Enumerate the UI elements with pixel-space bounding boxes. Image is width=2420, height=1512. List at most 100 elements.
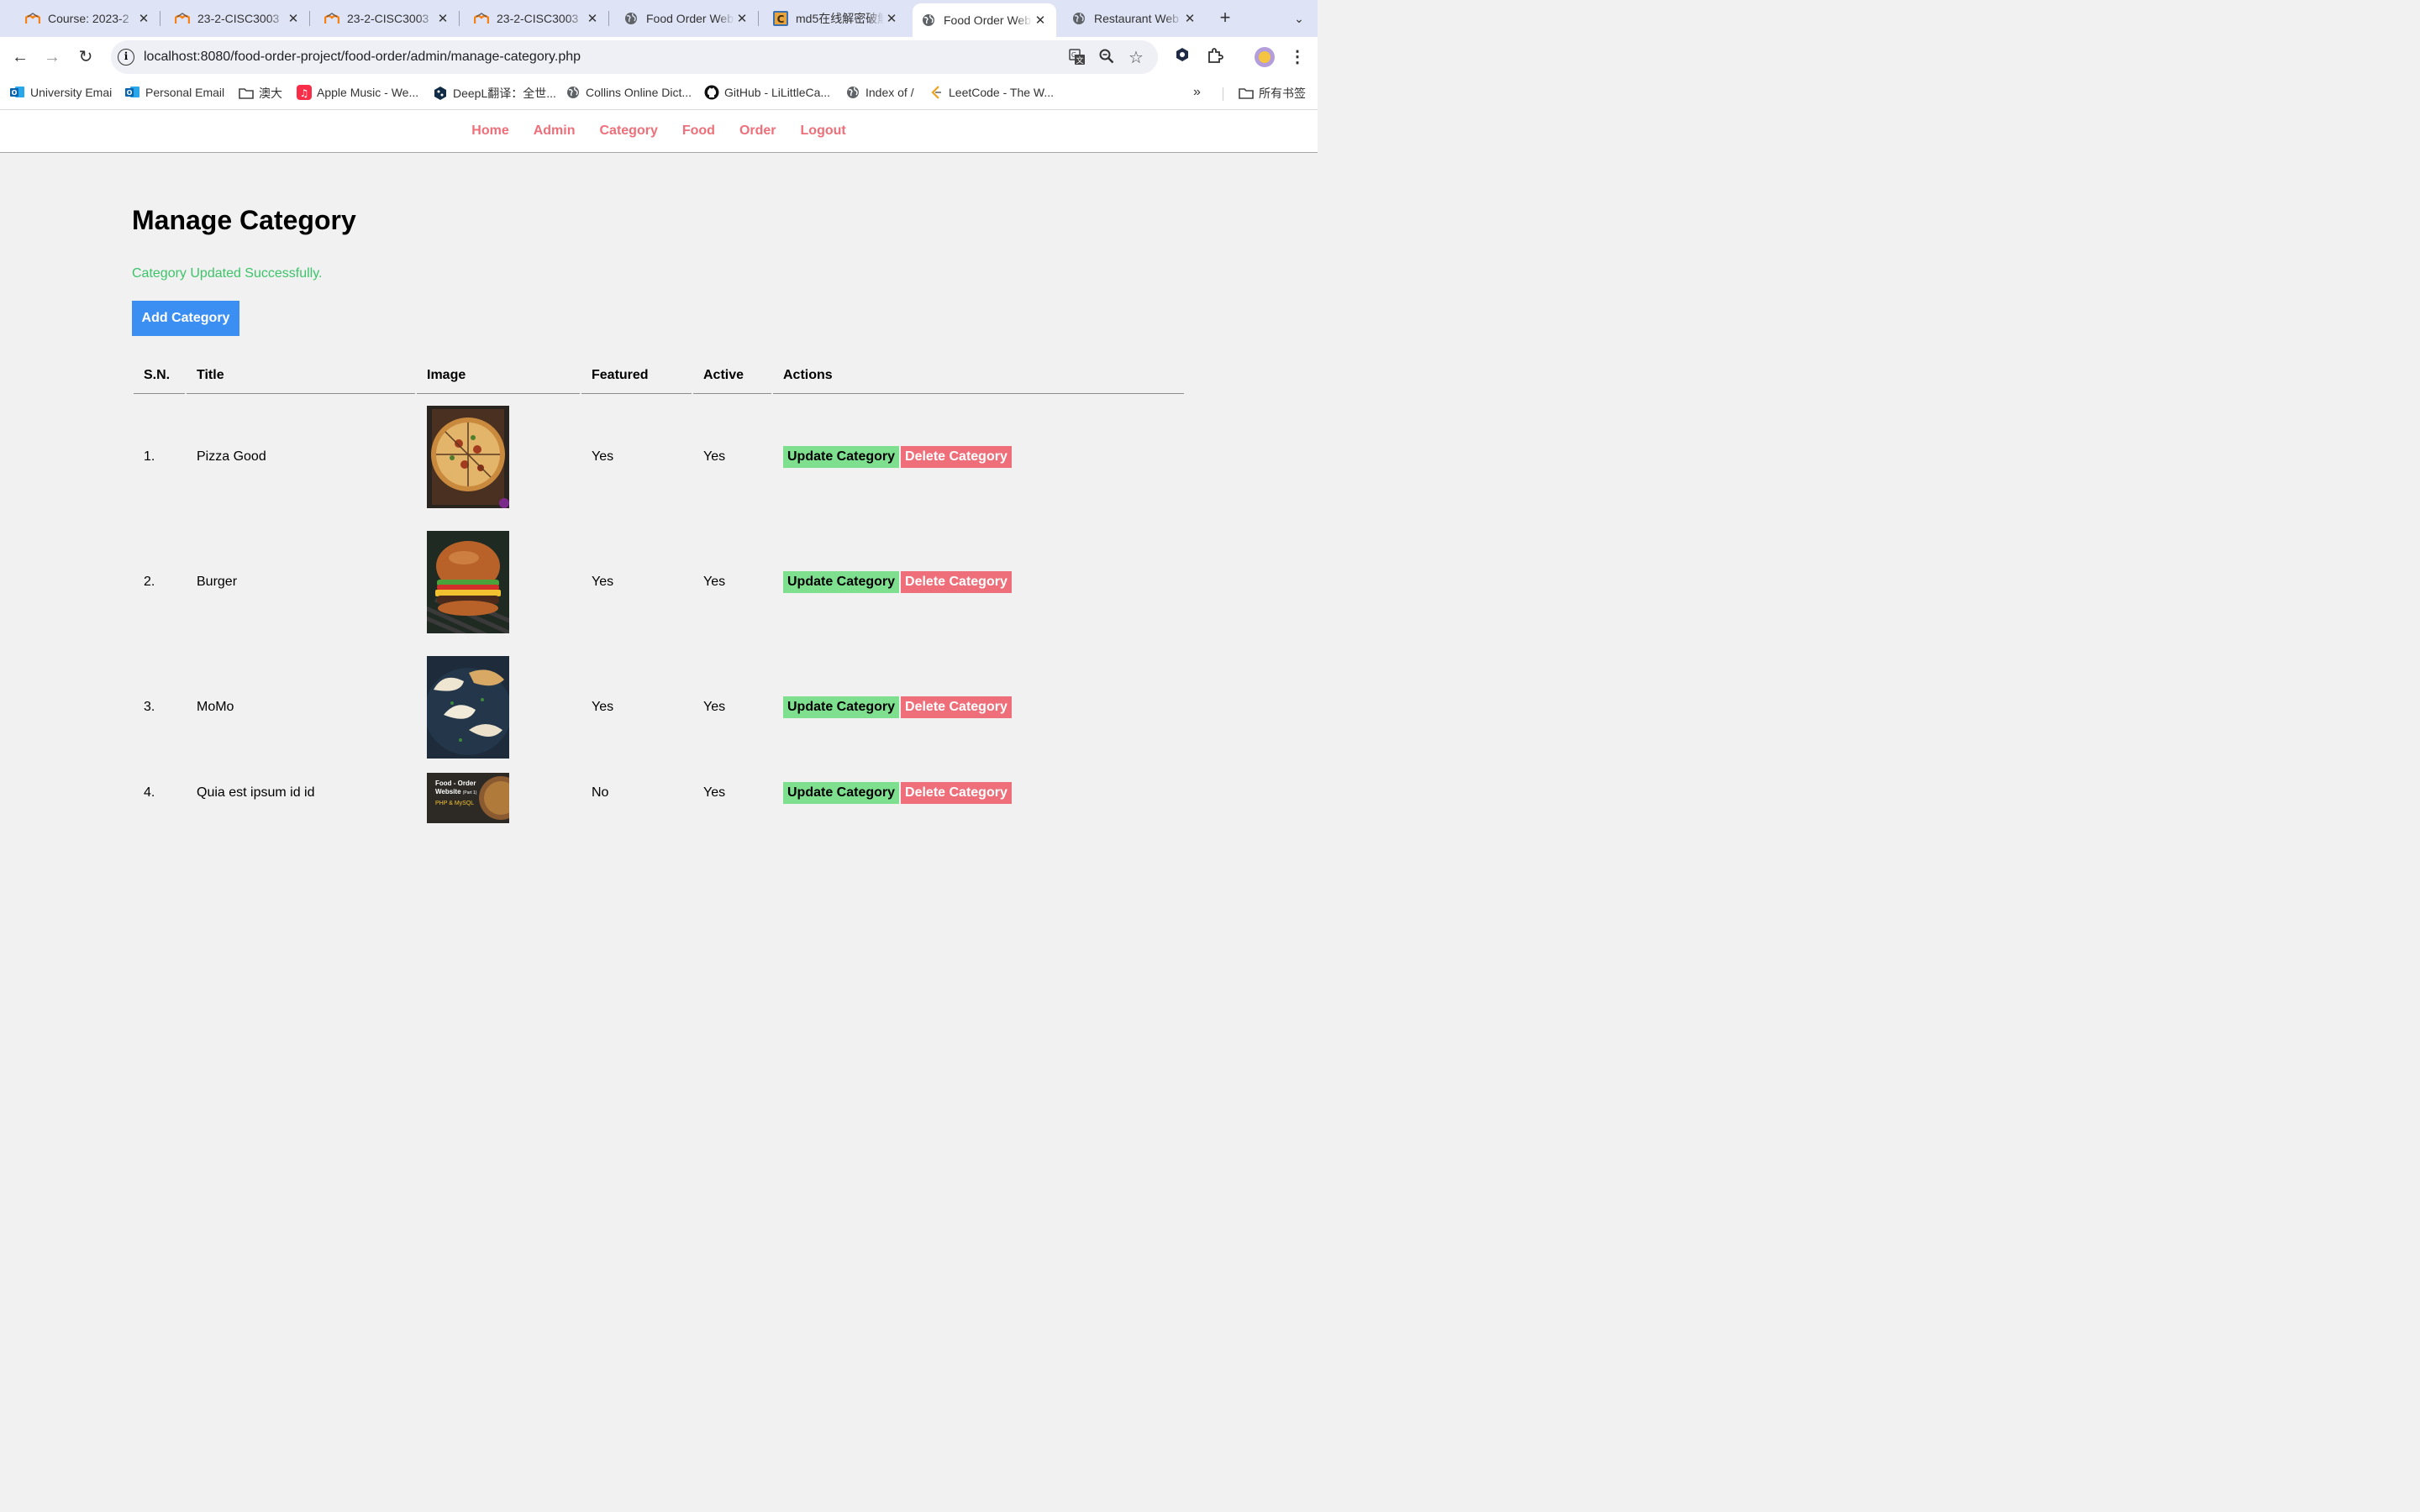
cell-featured: Yes bbox=[592, 449, 614, 464]
update-category-button[interactable]: Update Category bbox=[783, 445, 900, 468]
extension-shield-icon[interactable] bbox=[1172, 47, 1192, 67]
globe-icon bbox=[921, 13, 936, 28]
close-icon[interactable]: ✕ bbox=[286, 11, 301, 26]
browser-tab-active[interactable]: Food Order Web ✕ bbox=[913, 3, 1056, 37]
site-menu: Home Admin Category Food Order Logout bbox=[0, 110, 1318, 153]
update-category-button[interactable]: Update Category bbox=[783, 782, 900, 804]
cell-sn: 2. bbox=[144, 574, 155, 589]
close-icon[interactable]: ✕ bbox=[136, 11, 151, 26]
bookmark-item[interactable]: LeetCode - The W... bbox=[929, 85, 1054, 100]
close-icon[interactable]: ✕ bbox=[884, 11, 899, 26]
delete-category-button[interactable]: Delete Category bbox=[901, 570, 1012, 593]
category-image-banner: Food - Order Website (Part 1) PHP & MySQ… bbox=[427, 773, 509, 823]
browser-tab[interactable]: Restaurant Web ✕ bbox=[1056, 3, 1206, 34]
browser-tab[interactable]: 23-2-CISC3003 ✕ bbox=[160, 3, 310, 34]
cell-sn: 3. bbox=[144, 699, 155, 714]
close-icon[interactable]: ✕ bbox=[585, 11, 600, 26]
globe-icon bbox=[566, 85, 581, 100]
column-header-active: Active bbox=[693, 358, 771, 394]
browser-tab[interactable]: C md5在线解密破解 ✕ bbox=[758, 3, 908, 34]
close-icon[interactable]: ✕ bbox=[435, 11, 450, 26]
moodle-icon bbox=[25, 11, 40, 26]
success-message: Category Updated Successfully. bbox=[132, 266, 323, 281]
translate-icon[interactable]: 文G bbox=[1068, 49, 1086, 67]
menu-kebab-icon[interactable]: ⋮ bbox=[1287, 47, 1307, 67]
zoom-icon[interactable] bbox=[1097, 49, 1116, 67]
browser-tab[interactable]: Food Order Web ✕ bbox=[608, 3, 759, 34]
nav-food-link[interactable]: Food bbox=[682, 123, 715, 138]
column-header-actions: Actions bbox=[773, 358, 1184, 394]
bookmark-item[interactable]: ♫ Apple Music - We... bbox=[297, 85, 418, 100]
svg-text:O: O bbox=[127, 89, 133, 97]
update-category-button[interactable]: Update Category bbox=[783, 570, 900, 593]
cell-active: Yes bbox=[703, 699, 726, 714]
browser-tab[interactable]: 23-2-CISC3003 ✕ bbox=[309, 3, 460, 34]
browser-tab[interactable]: Course: 2023-2 ✕ bbox=[10, 3, 160, 34]
banner-line1: Food - Order bbox=[435, 780, 476, 787]
more-bookmarks-chevron-icon[interactable]: » bbox=[1193, 85, 1201, 100]
bookmark-star-icon[interactable]: ☆ bbox=[1127, 49, 1145, 67]
reload-icon[interactable]: ↻ bbox=[74, 45, 97, 69]
cell-active: Yes bbox=[703, 574, 726, 589]
column-header-featured: Featured bbox=[581, 358, 692, 394]
close-icon[interactable]: ✕ bbox=[1182, 11, 1197, 26]
bookmark-folder[interactable]: 澳大 bbox=[239, 85, 282, 102]
close-icon[interactable]: ✕ bbox=[734, 11, 750, 26]
category-image-pizza bbox=[427, 405, 509, 508]
globe-icon bbox=[623, 11, 639, 26]
table-row: 3. MoMo Yes Yes Update Category Delete C… bbox=[134, 644, 1184, 769]
bookmark-item[interactable]: GitHub - LiLittleCa... bbox=[704, 85, 830, 100]
outlook-icon: O bbox=[10, 85, 25, 100]
bookmark-item[interactable]: Index of / bbox=[845, 85, 914, 100]
browser-toolbar: ← → ↻ i localhost:8080/food-order-projec… bbox=[0, 37, 1318, 77]
category-image-momo bbox=[427, 655, 509, 759]
globe-icon bbox=[1071, 11, 1086, 26]
column-header-image: Image bbox=[417, 358, 580, 394]
nav-logout-link[interactable]: Logout bbox=[801, 123, 846, 138]
update-category-button[interactable]: Update Category bbox=[783, 696, 900, 718]
page-title: Manage Category bbox=[132, 205, 356, 235]
delete-category-button[interactable]: Delete Category bbox=[901, 445, 1012, 468]
bookmark-item[interactable]: O University Emai bbox=[10, 85, 112, 100]
site-info-icon[interactable]: i bbox=[118, 49, 134, 66]
cell-featured: Yes bbox=[592, 699, 614, 714]
category-table: S.N. Title Image Featured Active Actions… bbox=[132, 358, 1186, 838]
extensions-puzzle-icon[interactable] bbox=[1205, 47, 1225, 67]
nav-category-link[interactable]: Category bbox=[600, 123, 658, 138]
nav-home-link[interactable]: Home bbox=[471, 123, 508, 138]
address-bar[interactable]: i localhost:8080/food-order-project/food… bbox=[111, 40, 1158, 74]
nav-order-link[interactable]: Order bbox=[739, 123, 776, 138]
browser-tab[interactable]: 23-2-CISC3003 ✕ bbox=[459, 3, 609, 34]
globe-icon bbox=[845, 85, 860, 100]
bookmark-item[interactable]: Collins Online Dict... bbox=[566, 85, 692, 100]
cell-sn: 4. bbox=[144, 785, 155, 800]
banner-line2: Website bbox=[435, 788, 461, 795]
profile-avatar[interactable] bbox=[1255, 47, 1275, 67]
all-bookmarks-folder[interactable]: 所有书签 bbox=[1239, 85, 1306, 102]
nav-admin-link[interactable]: Admin bbox=[534, 123, 576, 138]
cell-featured: No bbox=[592, 785, 609, 800]
moodle-icon bbox=[324, 11, 339, 26]
cell-active: Yes bbox=[703, 785, 726, 800]
svg-text:G: G bbox=[1071, 51, 1076, 59]
delete-category-button[interactable]: Delete Category bbox=[901, 782, 1012, 804]
add-category-button[interactable]: Add Category bbox=[132, 301, 239, 336]
tab-search-chevron-icon[interactable]: ⌄ bbox=[1287, 7, 1311, 30]
category-image-burger bbox=[427, 530, 509, 633]
delete-category-button[interactable]: Delete Category bbox=[901, 696, 1012, 718]
bookmark-item[interactable]: O Personal Email bbox=[125, 85, 224, 100]
svg-text:O: O bbox=[12, 89, 18, 97]
cell-title: MoMo bbox=[197, 699, 234, 714]
address-url[interactable]: localhost:8080/food-order-project/food-o… bbox=[144, 50, 581, 65]
deepl-icon bbox=[433, 86, 448, 101]
back-arrow-icon[interactable]: ← bbox=[8, 45, 32, 69]
banner-line3: PHP & MySQL bbox=[435, 801, 475, 806]
new-tab-plus-icon[interactable]: + bbox=[1213, 7, 1237, 30]
bookmark-item[interactable]: DeepL翻译：全世... bbox=[433, 85, 556, 102]
forward-arrow-icon[interactable]: → bbox=[40, 45, 64, 69]
folder-icon bbox=[1239, 86, 1254, 101]
moodle-icon bbox=[175, 11, 190, 26]
table-row: 4. Quia est ipsum id id Food - Order Web… bbox=[134, 769, 1184, 838]
close-icon[interactable]: ✕ bbox=[1033, 13, 1048, 28]
github-icon bbox=[704, 85, 719, 100]
